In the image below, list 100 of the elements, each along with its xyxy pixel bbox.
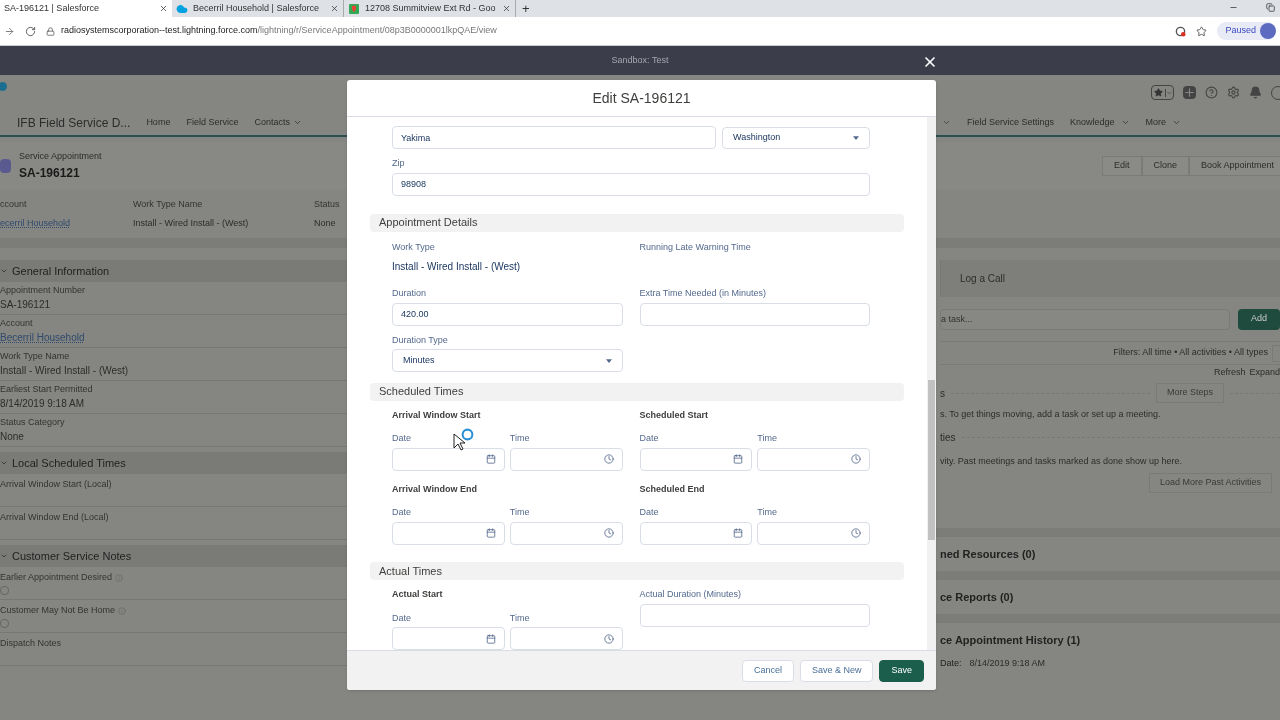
favorites-button[interactable] xyxy=(1151,85,1174,100)
caret-icon xyxy=(1165,88,1173,97)
duration-type-select[interactable]: Minutes xyxy=(392,349,623,373)
field-label: Account xyxy=(0,316,33,330)
timeline-label: ties xyxy=(940,431,956,445)
forward-icon[interactable] xyxy=(4,25,15,37)
date-field[interactable] xyxy=(639,447,753,471)
bell-icon[interactable] xyxy=(1249,86,1262,99)
group-label: Arrival Window Start xyxy=(392,408,481,422)
dialog-title: Edit SA-196121 xyxy=(592,88,691,108)
nav-item[interactable]: Contacts xyxy=(254,115,302,130)
dialog-button[interactable]: Save & New xyxy=(799,659,874,682)
duration-field[interactable]: 420.00 xyxy=(392,302,623,326)
time-field[interactable] xyxy=(757,447,870,471)
section-title: Local Scheduled Times xyxy=(12,455,126,471)
state-select[interactable]: Washington xyxy=(722,127,870,149)
related-list-title[interactable]: ned Resources (0) xyxy=(940,545,1036,563)
related-list-title[interactable]: ce Appointment History (1) xyxy=(940,631,1081,649)
chevron-icon xyxy=(942,118,951,127)
checkbox[interactable] xyxy=(0,619,9,629)
actual-duration-field[interactable] xyxy=(639,603,870,627)
date-field[interactable] xyxy=(392,521,505,545)
link[interactable]: Expand xyxy=(1249,366,1280,380)
field-value: SA-196121 xyxy=(0,298,52,313)
reload-icon[interactable] xyxy=(25,25,36,37)
section-title: General Information xyxy=(12,263,110,279)
field-label: Appointment Number xyxy=(0,283,86,297)
load-more-button[interactable]: Load More Past Activities xyxy=(1148,473,1272,493)
app-name: IFB Field Service D... xyxy=(16,114,131,132)
add-icon[interactable] xyxy=(1183,86,1196,99)
browser-tab[interactable]: SA-196121 | Salesforce xyxy=(0,0,172,17)
clock-icon xyxy=(603,454,614,465)
field-label: Work Type Name xyxy=(133,198,204,211)
time-field[interactable] xyxy=(509,521,623,545)
link[interactable]: Refresh xyxy=(1213,366,1246,380)
clock-icon xyxy=(603,528,614,539)
time-field[interactable] xyxy=(509,627,623,650)
record-type: Service Appointment xyxy=(19,150,102,164)
nav-item[interactable]: Field Service Settings xyxy=(967,115,1055,130)
settings-icon[interactable] xyxy=(1227,86,1240,99)
caret-icon xyxy=(605,358,612,363)
extra-time-field[interactable] xyxy=(639,302,870,326)
time-field[interactable] xyxy=(757,521,870,545)
save-button[interactable]: Save xyxy=(879,659,924,682)
field-label: Date xyxy=(392,432,411,446)
checkbox[interactable] xyxy=(0,586,9,596)
tab-title: 12708 Summitview Ext Rd - Goo xyxy=(365,1,497,15)
section-header[interactable]: General Information xyxy=(0,260,347,282)
calendar-icon xyxy=(733,454,744,465)
nav-item[interactable]: Field Service xyxy=(186,115,239,130)
close-icon[interactable] xyxy=(502,4,511,13)
record-icon xyxy=(0,159,11,173)
section-header[interactable]: Local Scheduled Times xyxy=(0,452,347,474)
help-icon[interactable] xyxy=(1205,86,1218,99)
section-header: Appointment Details xyxy=(370,213,904,232)
field-label: Actual Duration (Minutes) xyxy=(639,588,743,601)
city-field[interactable]: Yakima xyxy=(392,126,716,149)
field-label: Duration Type xyxy=(392,333,449,347)
more-steps-button[interactable]: More Steps xyxy=(1155,383,1224,403)
nav-item[interactable]: Home xyxy=(146,115,171,130)
scrollbar[interactable] xyxy=(927,117,936,650)
date-field[interactable] xyxy=(392,447,505,471)
record-link[interactable]: ecerril Household xyxy=(0,216,133,230)
field-label: Time xyxy=(509,611,531,625)
record-link[interactable]: Becerril Household xyxy=(0,330,85,346)
time-field[interactable] xyxy=(509,447,623,471)
new-tab-button[interactable]: + xyxy=(522,0,530,17)
chevron-icon xyxy=(292,118,302,127)
restore-icon[interactable] xyxy=(1266,3,1275,12)
extension-icon[interactable] xyxy=(1175,25,1187,37)
close-icon[interactable] xyxy=(159,4,168,13)
avatar[interactable] xyxy=(1260,23,1276,39)
section-header[interactable]: Customer Service Notes xyxy=(0,545,347,567)
field-label: Dispatch Notes xyxy=(0,636,62,650)
task-input[interactable]: a task... xyxy=(940,308,1230,330)
action-button[interactable]: Book Appointment xyxy=(1189,156,1280,176)
related-list-title[interactable]: ce Reports (0) xyxy=(940,588,1014,606)
date-field[interactable] xyxy=(392,627,505,650)
action-button[interactable]: Clone xyxy=(1141,156,1190,176)
nav-item[interactable]: Knowledge xyxy=(1070,115,1130,130)
field-label: Time xyxy=(757,506,778,520)
calendar-icon xyxy=(485,528,496,539)
date-field[interactable] xyxy=(639,521,753,545)
action-button[interactable]: Edit xyxy=(1102,156,1142,176)
section-title: Customer Service Notes xyxy=(12,548,132,564)
add-button[interactable]: Add xyxy=(1238,308,1280,330)
nav-item[interactable]: More xyxy=(1145,115,1182,130)
empty-message: vity. Past meetings and tasks marked as done show up here. xyxy=(940,454,1183,468)
section-header: Actual Times xyxy=(370,561,904,580)
dialog-button[interactable]: Cancel xyxy=(741,659,794,682)
field-value: 8/14/2019 9:18 AM xyxy=(969,657,1046,670)
zip-field[interactable]: 98908 xyxy=(392,172,870,196)
calendar-icon xyxy=(485,633,496,644)
close-icon[interactable] xyxy=(330,4,339,13)
field-label: Arrival Window End (Local) xyxy=(0,510,109,524)
bookmark-star-icon[interactable] xyxy=(1196,25,1208,37)
field-label: Date: xyxy=(940,657,962,670)
url-text[interactable]: radiosystemscorporation--test.lightning.force.com/lightning/r/ServiceAppointment/08p3B0000001lkpQAE/view xyxy=(61,24,497,38)
close-icon[interactable] xyxy=(922,54,938,70)
field-label: Date xyxy=(392,506,411,520)
